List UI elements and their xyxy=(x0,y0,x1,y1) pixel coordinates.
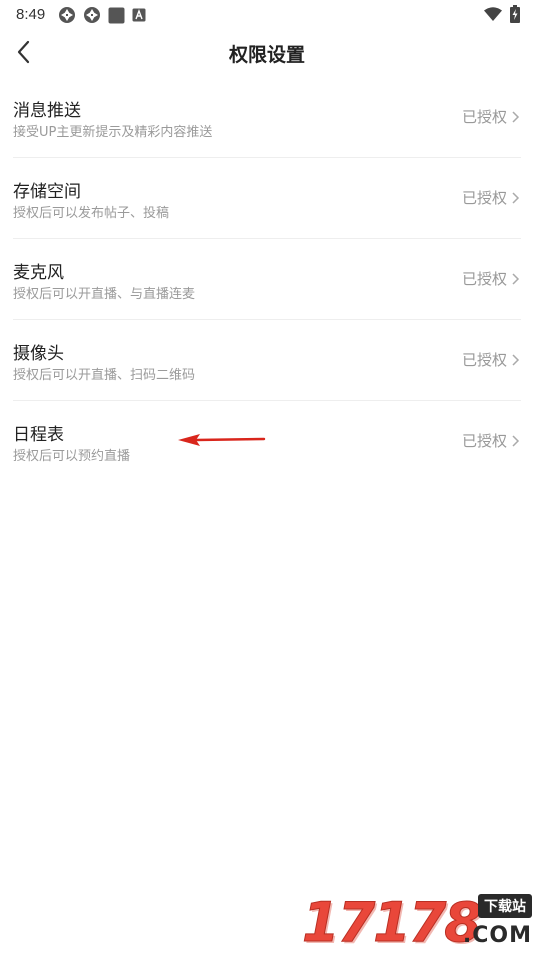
square-app-icon xyxy=(108,7,125,24)
permission-status-group: 已授权 xyxy=(462,187,521,208)
permission-item-microphone[interactable]: 麦克风 授权后可以开直播、与直播连麦 已授权 xyxy=(13,239,521,320)
permission-desc: 授权后可以开直播、扫码二维码 xyxy=(13,368,196,383)
permission-item-camera[interactable]: 摄像头 授权后可以开直播、扫码二维码 已授权 xyxy=(13,320,521,401)
page-title: 权限设置 xyxy=(228,44,305,66)
permission-desc: 授权后可以预约直播 xyxy=(13,449,131,464)
watermark-digits: 17178 xyxy=(302,891,483,954)
permission-desc: 授权后可以开直播、与直播连麦 xyxy=(13,287,196,302)
aperture-icon xyxy=(83,6,101,24)
permission-desc: 授权后可以发布帖子、投稿 xyxy=(13,206,170,221)
a-badge-icon xyxy=(132,8,146,22)
watermark-badge: 下载站 xyxy=(478,894,532,918)
permission-status-group: 已授权 xyxy=(462,106,521,127)
permission-item-calendar[interactable]: 日程表 授权后可以预约直播 已授权 xyxy=(13,401,521,481)
chevron-right-icon xyxy=(511,190,521,206)
chevron-right-icon xyxy=(511,109,521,125)
permission-name: 麦克风 xyxy=(13,263,64,283)
permission-name: 日程表 xyxy=(13,425,64,445)
permission-status: 已授权 xyxy=(461,351,507,369)
annotation-arrow-icon xyxy=(176,430,266,450)
chevron-right-icon xyxy=(511,271,521,287)
permission-status: 已授权 xyxy=(461,108,507,126)
chevron-right-icon xyxy=(511,433,521,449)
permission-list: 消息推送 接受UP主更新提示及精彩内容推送 已授权 存储空间 授权后可以发布帖子… xyxy=(0,77,534,481)
notification-icons xyxy=(58,5,146,25)
permission-item-notifications[interactable]: 消息推送 接受UP主更新提示及精彩内容推送 已授权 xyxy=(13,77,521,158)
permission-desc: 接受UP主更新提示及精彩内容推送 xyxy=(13,125,213,140)
permission-status: 已授权 xyxy=(461,189,507,207)
wifi-icon xyxy=(484,6,502,26)
permission-status: 已授权 xyxy=(461,432,507,450)
aperture-icon xyxy=(58,6,76,24)
permission-status: 已授权 xyxy=(461,270,507,288)
permission-status-group: 已授权 xyxy=(462,349,521,370)
nav-bar: 权限设置 xyxy=(0,30,534,75)
battery-charging-icon xyxy=(510,5,520,27)
chevron-right-icon xyxy=(511,352,521,368)
watermark-logo: 17178 下载站 .COM xyxy=(302,894,532,950)
permission-status-group: 已授权 xyxy=(462,268,521,289)
permission-name: 消息推送 xyxy=(13,101,81,121)
permission-name: 摄像头 xyxy=(13,344,64,364)
status-time: 8:49 xyxy=(16,6,46,23)
permission-name: 存储空间 xyxy=(13,182,81,202)
permission-status-group: 已授权 xyxy=(462,430,521,451)
status-bar: 8:49 xyxy=(0,0,534,30)
system-icons xyxy=(484,5,520,27)
permission-item-storage[interactable]: 存储空间 授权后可以发布帖子、投稿 已授权 xyxy=(13,158,521,239)
watermark-suffix: .COM xyxy=(462,923,532,948)
